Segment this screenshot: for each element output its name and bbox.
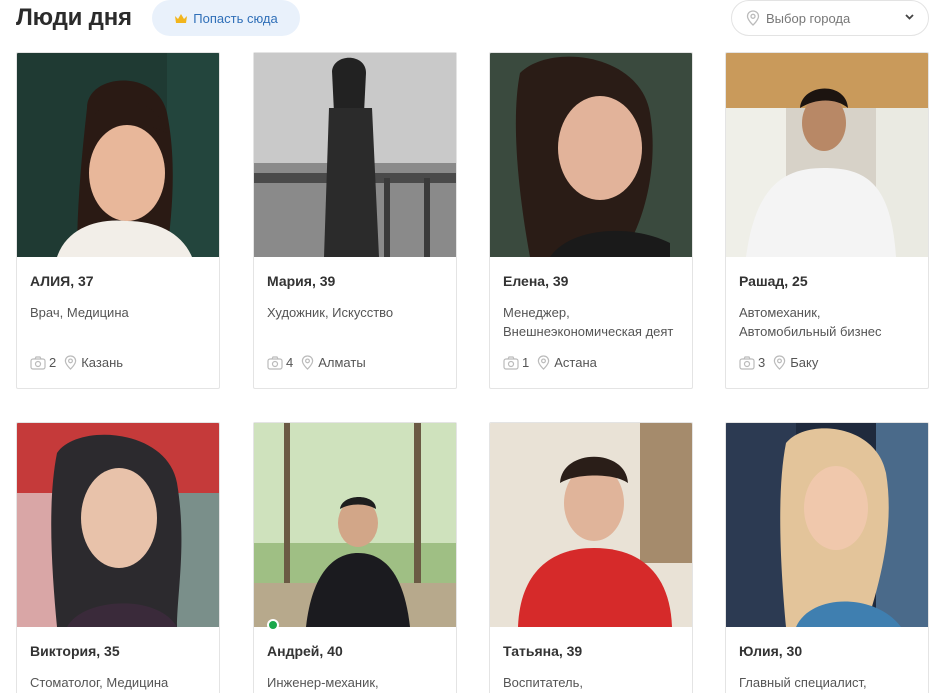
profile-city: Баку xyxy=(790,355,819,370)
profile-name[interactable]: АЛИЯ, 37 xyxy=(30,273,206,289)
profile-occupation: Стоматолог, Медицина xyxy=(30,673,206,693)
camera-icon xyxy=(30,355,46,370)
photo-count: 4 xyxy=(286,355,294,370)
profile-name[interactable]: Мария, 39 xyxy=(267,273,443,289)
profile-card[interactable]: Мария, 39 Художник, Искусство 4 Алматы xyxy=(253,52,457,389)
location-pin-icon xyxy=(773,355,786,370)
location-pin-icon xyxy=(301,355,314,370)
occupation-line-1: Воспитатель, xyxy=(503,675,584,690)
occupation-line-1: Врач, Медицина xyxy=(30,305,129,320)
profile-photo[interactable] xyxy=(17,53,219,257)
profile-photo[interactable] xyxy=(726,53,928,257)
profile-name[interactable]: Виктория, 35 xyxy=(30,643,206,659)
profile-photo[interactable] xyxy=(490,53,692,257)
chevron-down-icon xyxy=(905,14,914,20)
photo-count: 2 xyxy=(49,355,57,370)
camera-icon xyxy=(503,355,519,370)
photo-count: 1 xyxy=(522,355,530,370)
profile-photo[interactable] xyxy=(17,423,219,627)
city-select[interactable]: Выбор города xyxy=(731,0,929,36)
online-status-indicator xyxy=(267,619,279,631)
profile-name[interactable]: Рашад, 25 xyxy=(739,273,915,289)
occupation-line-1: Стоматолог, Медицина xyxy=(30,675,169,690)
profile-photo[interactable] xyxy=(726,423,928,627)
profile-occupation: Инженер-механик, xyxy=(267,673,443,693)
occupation-line-2: Автомобильный бизнес xyxy=(739,324,882,339)
profile-name[interactable]: Елена, 39 xyxy=(503,273,679,289)
profile-photo[interactable] xyxy=(254,53,456,257)
profile-card[interactable]: Татьяна, 39 Воспитатель, xyxy=(489,422,693,693)
occupation-line-1: Инженер-механик, xyxy=(267,675,379,690)
profile-photo[interactable] xyxy=(254,423,456,627)
profile-card[interactable]: Андрей, 40 Инженер-механик, xyxy=(253,422,457,693)
crown-icon xyxy=(174,13,188,24)
profile-city: Алматы xyxy=(318,355,366,370)
get-featured-label: Попасть сюда xyxy=(193,10,278,26)
profile-photo[interactable] xyxy=(490,423,692,627)
profile-meta: 1 Астана xyxy=(503,355,679,370)
profile-city: Казань xyxy=(81,355,124,370)
occupation-line-1: Менеджер, xyxy=(503,305,570,320)
camera-icon xyxy=(267,355,283,370)
profile-meta: 3 Баку xyxy=(739,355,915,370)
profile-occupation: Художник, Искусство xyxy=(267,303,443,341)
page-title: Люди дня xyxy=(16,4,132,31)
profile-occupation: Главный специалист, xyxy=(739,673,915,693)
profile-occupation: Автомеханик, Автомобильный бизнес xyxy=(739,303,915,341)
profile-name[interactable]: Андрей, 40 xyxy=(267,643,443,659)
location-pin-icon xyxy=(746,10,760,26)
location-pin-icon xyxy=(64,355,77,370)
profile-card[interactable]: Рашад, 25 Автомеханик, Автомобильный биз… xyxy=(725,52,929,389)
city-select-placeholder: Выбор города xyxy=(766,10,851,26)
get-featured-button[interactable]: Попасть сюда xyxy=(152,0,300,36)
profile-name[interactable]: Юлия, 30 xyxy=(739,643,915,659)
profile-card[interactable]: АЛИЯ, 37 Врач, Медицина 2 Казань xyxy=(16,52,220,389)
profile-meta: 2 Казань xyxy=(30,355,206,370)
occupation-line-2: Внешнеэкономическая деят xyxy=(503,324,674,339)
profile-city: Астана xyxy=(554,355,597,370)
occupation-line-1: Главный специалист, xyxy=(739,675,867,690)
profile-card[interactable]: Юлия, 30 Главный специалист, xyxy=(725,422,929,693)
profile-occupation: Менеджер, Внешнеэкономическая деят xyxy=(503,303,679,341)
profile-meta: 4 Алматы xyxy=(267,355,443,370)
location-pin-icon xyxy=(537,355,550,370)
occupation-line-1: Автомеханик, xyxy=(739,305,821,320)
profile-occupation: Врач, Медицина xyxy=(30,303,206,341)
photo-count: 3 xyxy=(758,355,766,370)
occupation-line-1: Художник, Искусство xyxy=(267,305,394,320)
camera-icon xyxy=(739,355,755,370)
profile-card[interactable]: Елена, 39 Менеджер, Внешнеэкономическая … xyxy=(489,52,693,389)
profile-name[interactable]: Татьяна, 39 xyxy=(503,643,679,659)
profile-occupation: Воспитатель, xyxy=(503,673,679,693)
header: Люди дня Попасть сюда Выбор города xyxy=(0,0,940,40)
profile-card[interactable]: Виктория, 35 Стоматолог, Медицина xyxy=(16,422,220,693)
